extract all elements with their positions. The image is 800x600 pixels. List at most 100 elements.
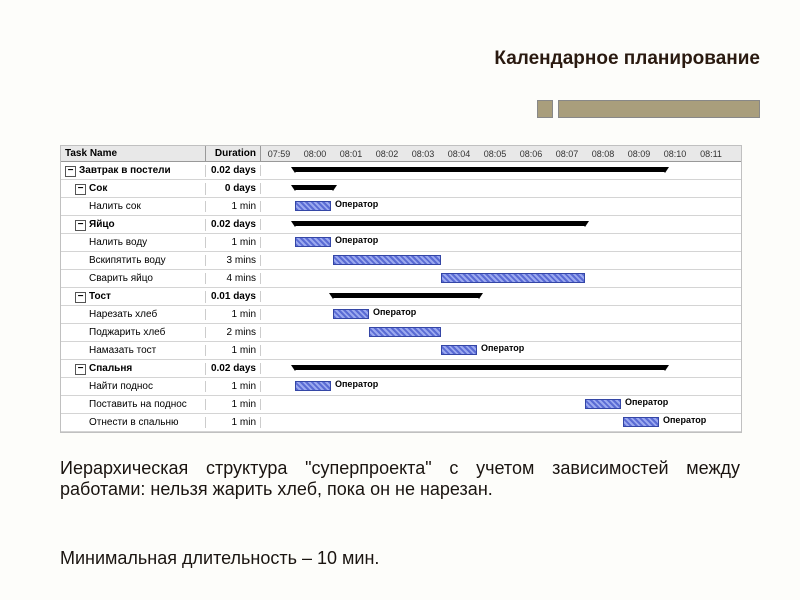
table-row: Налить воду1 min Оператор (61, 234, 741, 252)
gantt-body: −Завтрак в постели0.02 days−Сок0 daysНал… (61, 162, 741, 432)
duration-cell: 0.02 days (206, 165, 261, 176)
task-name-cell: Нарезать хлеб (61, 309, 206, 320)
col-duration-header: Duration (206, 146, 261, 161)
task-name-cell: −Завтрак в постели (61, 165, 206, 177)
task-bar[interactable] (441, 273, 585, 283)
table-row: Отнести в спальню1 minОператор (61, 414, 741, 432)
task-bar[interactable] (333, 309, 369, 319)
summary-bar (333, 293, 479, 298)
task-name-cell: −Яйцо (61, 219, 206, 231)
chart-cell: Оператор (261, 396, 741, 413)
table-row: Налить сок1 min Оператор (61, 198, 741, 216)
chart-cell (261, 288, 741, 305)
duration-cell: 1 min (206, 237, 261, 248)
duration-cell: 0.02 days (206, 363, 261, 374)
summary-bar (295, 167, 665, 172)
collapse-icon[interactable]: − (65, 166, 76, 177)
duration-cell: 2 mins (206, 327, 261, 338)
resource-label: Оператор (373, 307, 416, 317)
resource-label: Оператор (335, 379, 378, 389)
task-name-cell: Намазать тост (61, 345, 206, 356)
duration-cell: 1 min (206, 399, 261, 410)
col-task-header: Task Name (61, 146, 206, 161)
table-row: −Тост0.01 days (61, 288, 741, 306)
table-row: Намазать тост1 min Оператор (61, 342, 741, 360)
chart-cell (261, 360, 741, 377)
collapse-icon[interactable]: − (75, 292, 86, 303)
task-bar[interactable] (623, 417, 659, 427)
chart-cell: Оператор (261, 378, 741, 395)
table-row: −Спальня0.02 days (61, 360, 741, 378)
time-tick: 07:59 (261, 149, 297, 159)
time-tick: 08:11 (693, 149, 729, 159)
task-bar[interactable] (295, 237, 331, 247)
summary-bar (295, 221, 585, 226)
duration-cell: 0.02 days (206, 219, 261, 230)
table-row: Найти поднос1 min Оператор (61, 378, 741, 396)
time-tick: 08:03 (405, 149, 441, 159)
time-tick: 08:09 (621, 149, 657, 159)
task-bar[interactable] (585, 399, 621, 409)
duration-cell: 1 min (206, 345, 261, 356)
decorative-bar (558, 100, 760, 118)
page-title: Календарное планирование (494, 48, 760, 70)
table-row: Нарезать хлеб1 min Оператор (61, 306, 741, 324)
gantt-chart: Task Name Duration 07:5908:0008:0108:020… (60, 145, 742, 433)
caption-text: Иерархическая структура "суперпроекта" с… (60, 458, 740, 500)
table-row: −Яйцо0.02 days (61, 216, 741, 234)
timeline-header: 07:5908:0008:0108:0208:0308:0408:0508:06… (261, 146, 741, 161)
chart-cell: Оператор (261, 342, 741, 359)
task-name-cell: Сварить яйцо (61, 273, 206, 284)
resource-label: Оператор (625, 397, 668, 407)
duration-cell: 0 days (206, 183, 261, 194)
duration-cell: 3 mins (206, 255, 261, 266)
collapse-icon[interactable]: − (75, 364, 86, 375)
table-row: −Сок0 days (61, 180, 741, 198)
chart-cell: Оператор (261, 198, 741, 215)
task-name-cell: Поджарить хлеб (61, 327, 206, 338)
resource-label: Оператор (335, 199, 378, 209)
resource-label: Оператор (481, 343, 524, 353)
task-name-cell: Поставить на поднос (61, 399, 206, 410)
task-name-cell: Вскипятить воду (61, 255, 206, 266)
task-name-cell: Налить воду (61, 237, 206, 248)
summary-bar (295, 365, 665, 370)
task-name-cell: Отнести в спальню (61, 417, 206, 428)
task-name-cell: −Спальня (61, 363, 206, 375)
resource-label: Оператор (335, 235, 378, 245)
task-bar[interactable] (295, 201, 331, 211)
task-name-cell: Налить сок (61, 201, 206, 212)
time-tick: 08:07 (549, 149, 585, 159)
task-bar[interactable] (295, 381, 331, 391)
duration-cell: 1 min (206, 309, 261, 320)
table-row: Сварить яйцо4 mins (61, 270, 741, 288)
time-tick: 08:10 (657, 149, 693, 159)
task-bar[interactable] (333, 255, 441, 265)
chart-cell (261, 270, 741, 287)
chart-cell: Оператор (261, 414, 741, 431)
duration-cell: 1 min (206, 201, 261, 212)
duration-cell: 1 min (206, 381, 261, 392)
chart-cell (261, 180, 741, 197)
task-name-cell: −Тост (61, 291, 206, 303)
time-tick: 08:00 (297, 149, 333, 159)
task-bar[interactable] (441, 345, 477, 355)
table-row: Вскипятить воду3 mins (61, 252, 741, 270)
task-name-cell: Найти поднос (61, 381, 206, 392)
chart-cell: Оператор (261, 234, 741, 251)
time-tick: 08:05 (477, 149, 513, 159)
collapse-icon[interactable]: − (75, 220, 86, 231)
chart-cell: Оператор (261, 306, 741, 323)
chart-cell (261, 162, 741, 179)
collapse-icon[interactable]: − (75, 184, 86, 195)
resource-label: Оператор (663, 415, 706, 425)
time-tick: 08:01 (333, 149, 369, 159)
chart-cell (261, 216, 741, 233)
time-tick: 08:02 (369, 149, 405, 159)
table-row: −Завтрак в постели0.02 days (61, 162, 741, 180)
chart-cell (261, 324, 741, 341)
task-name-cell: −Сок (61, 183, 206, 195)
duration-cell: 4 mins (206, 273, 261, 284)
time-tick: 08:04 (441, 149, 477, 159)
task-bar[interactable] (369, 327, 441, 337)
